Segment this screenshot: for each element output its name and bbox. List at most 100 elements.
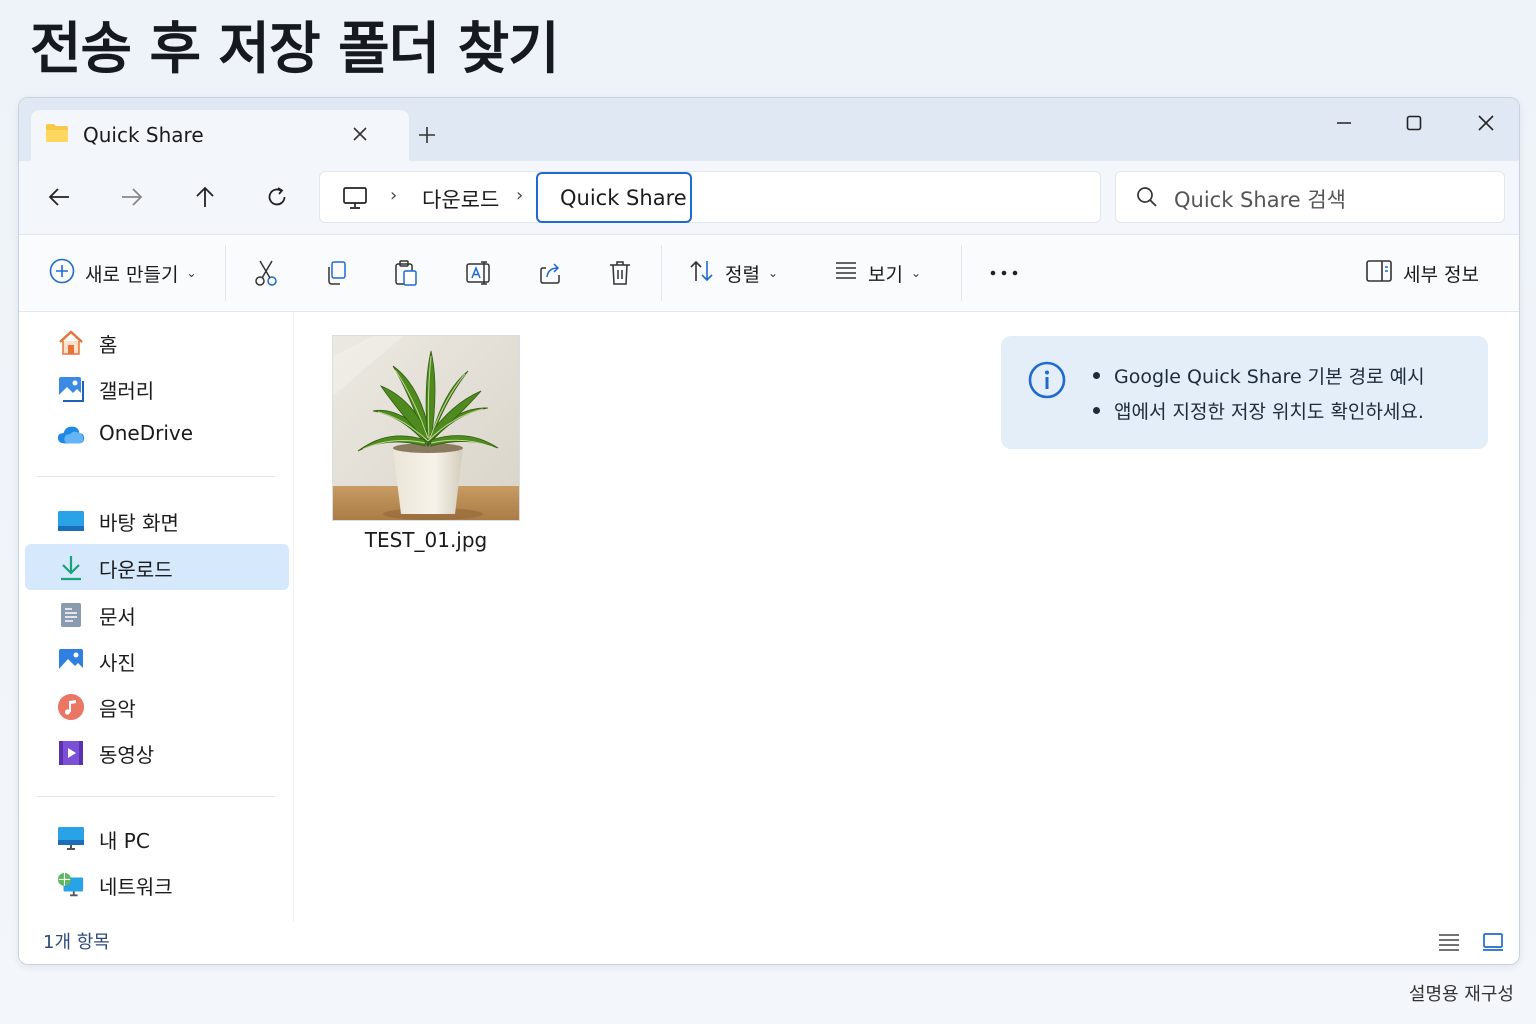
view-button[interactable]: 보기 ⌄ bbox=[834, 255, 921, 291]
breadcrumb-downloads[interactable]: 다운로드 bbox=[422, 184, 499, 214]
search-placeholder: Quick Share 검색 bbox=[1174, 188, 1346, 212]
view-label: 보기 bbox=[868, 263, 903, 286]
status-bar: 1개 항목 bbox=[19, 924, 1519, 964]
footnote: 설명용 재구성 bbox=[1408, 984, 1514, 1005]
more-options-icon[interactable] bbox=[989, 255, 1019, 291]
arrow-left-icon[interactable] bbox=[39, 179, 79, 215]
chevron-down-icon: ⌄ bbox=[910, 266, 922, 280]
network-icon bbox=[57, 871, 85, 899]
cut-icon[interactable] bbox=[253, 255, 279, 291]
chevron-down-icon: ⌄ bbox=[767, 266, 779, 280]
sidebar-item-label: OneDrive bbox=[99, 421, 194, 445]
search-icon bbox=[1136, 186, 1158, 212]
sidebar-item-label: 다운로드 bbox=[99, 558, 173, 582]
gallery-icon bbox=[57, 375, 85, 403]
plus-circle-icon bbox=[49, 258, 75, 288]
file-name[interactable]: TEST_01.jpg bbox=[332, 528, 520, 552]
sidebar-item-gallery[interactable]: 갤러리 bbox=[25, 365, 289, 411]
sidebar-item-music[interactable]: 음악 bbox=[25, 683, 289, 729]
pc-icon bbox=[57, 825, 85, 853]
info-text: Google Quick Share 기본 경로 예시 bbox=[1114, 366, 1425, 388]
close-icon[interactable] bbox=[346, 120, 374, 148]
photo-icon bbox=[57, 647, 85, 675]
share-icon[interactable] bbox=[537, 255, 565, 291]
sidebar-item-documents[interactable]: 문서 bbox=[25, 591, 289, 637]
details-pane-icon bbox=[1365, 259, 1393, 287]
cloud-icon bbox=[57, 421, 85, 449]
info-text: 앱에서 지정한 저장 위치도 확인하세요. bbox=[1114, 401, 1424, 423]
sidebar-divider bbox=[37, 476, 275, 477]
folder-icon bbox=[45, 123, 69, 143]
info-line: 앱에서 지정한 저장 위치도 확인하세요. bbox=[1093, 393, 1425, 428]
arrow-right-icon[interactable] bbox=[112, 179, 152, 215]
sidebar-item-label: 동영상 bbox=[99, 743, 155, 767]
new-button[interactable]: 새로 만들기 ⌄ bbox=[49, 255, 197, 291]
command-bar: 새로 만들기 ⌄ 정렬 ⌄ 보기 ⌄ 세부 정보 bbox=[19, 235, 1519, 312]
sort-icon bbox=[689, 259, 715, 287]
maximize-icon[interactable] bbox=[1389, 106, 1439, 140]
chevron-down-icon: ⌄ bbox=[186, 266, 197, 280]
info-icon bbox=[1027, 360, 1067, 404]
sidebar-item-this-pc[interactable]: 내 PC bbox=[25, 815, 289, 861]
close-icon[interactable] bbox=[1461, 106, 1511, 140]
info-list: Google Quick Share 기본 경로 예시 앱에서 지정한 저장 위… bbox=[1093, 358, 1425, 428]
file-list: TEST_01.jpg Google Quick Share 기본 경로 예시 … bbox=[295, 312, 1519, 924]
sort-label: 정렬 bbox=[725, 263, 760, 286]
desktop-icon bbox=[57, 507, 85, 535]
details-view-icon[interactable] bbox=[1435, 930, 1463, 954]
details-label: 세부 정보 bbox=[1403, 263, 1479, 286]
delete-icon[interactable] bbox=[607, 255, 633, 291]
title-bar: Quick Share bbox=[19, 98, 1519, 161]
minimize-icon[interactable] bbox=[1319, 106, 1369, 140]
page-title: 전송 후 저장 폴더 찾기 bbox=[30, 17, 560, 82]
breadcrumb-current[interactable]: Quick Share bbox=[536, 172, 692, 223]
tab-label: Quick Share bbox=[83, 123, 204, 147]
rename-icon[interactable] bbox=[465, 255, 493, 291]
sidebar-item-label: 갤러리 bbox=[99, 379, 155, 403]
sidebar-divider bbox=[37, 796, 275, 797]
sort-button[interactable]: 정렬 ⌄ bbox=[689, 255, 778, 291]
navigation-bar: › 다운로드 › Quick Share Quick Share 검색 bbox=[19, 161, 1519, 235]
arrow-up-icon[interactable] bbox=[185, 179, 225, 215]
sidebar-item-pictures[interactable]: 사진 bbox=[25, 637, 289, 683]
sidebar-item-desktop[interactable]: 바탕 화면 bbox=[25, 497, 289, 543]
details-button[interactable]: 세부 정보 bbox=[1365, 255, 1479, 291]
address-bar[interactable]: › 다운로드 › Quick Share bbox=[319, 171, 1101, 223]
chevron-right-icon[interactable]: › bbox=[390, 185, 397, 206]
sidebar-item-label: 내 PC bbox=[99, 829, 150, 853]
chevron-right-icon[interactable]: › bbox=[516, 185, 523, 206]
document-icon bbox=[57, 601, 85, 629]
new-label: 새로 만들기 bbox=[85, 263, 179, 286]
tab-quick-share[interactable]: Quick Share bbox=[31, 110, 409, 161]
paste-icon[interactable] bbox=[393, 255, 419, 291]
copy-icon[interactable] bbox=[323, 255, 349, 291]
navigation-pane: 홈 갤러리 OneDrive 바탕 화면 다운로드 문서 사진 음악 동영상 내… bbox=[19, 312, 294, 922]
breadcrumb-current-label: Quick Share bbox=[560, 186, 687, 210]
sidebar-item-label: 문서 bbox=[99, 605, 136, 629]
sidebar-item-label: 홈 bbox=[99, 333, 118, 357]
item-count: 1개 항목 bbox=[43, 932, 110, 953]
music-icon bbox=[57, 693, 85, 721]
divider bbox=[961, 245, 962, 301]
sidebar-item-videos[interactable]: 동영상 bbox=[25, 729, 289, 775]
sidebar-item-home[interactable]: 홈 bbox=[25, 319, 289, 365]
video-icon bbox=[57, 739, 85, 767]
sidebar-item-label: 사진 bbox=[99, 651, 136, 675]
divider bbox=[661, 245, 662, 301]
sidebar-item-onedrive[interactable]: OneDrive bbox=[25, 411, 289, 457]
sidebar-item-network[interactable]: 네트워크 bbox=[25, 861, 289, 907]
divider bbox=[225, 245, 226, 301]
sidebar-item-label: 바탕 화면 bbox=[99, 511, 179, 535]
file-explorer-window: Quick Share › 다운로드 › Quick Share Quick S… bbox=[18, 97, 1520, 965]
list-view-icon bbox=[834, 260, 858, 286]
file-thumbnail[interactable] bbox=[332, 335, 520, 521]
refresh-icon[interactable] bbox=[257, 179, 297, 215]
monitor-icon[interactable] bbox=[342, 186, 368, 214]
bullet bbox=[1093, 407, 1100, 414]
sidebar-item-downloads[interactable]: 다운로드 bbox=[25, 544, 289, 590]
sidebar-item-label: 음악 bbox=[99, 697, 136, 721]
download-icon bbox=[57, 554, 85, 582]
plus-icon[interactable] bbox=[413, 121, 441, 149]
tiles-view-icon[interactable] bbox=[1479, 930, 1507, 954]
search-input[interactable]: Quick Share 검색 bbox=[1115, 171, 1505, 223]
